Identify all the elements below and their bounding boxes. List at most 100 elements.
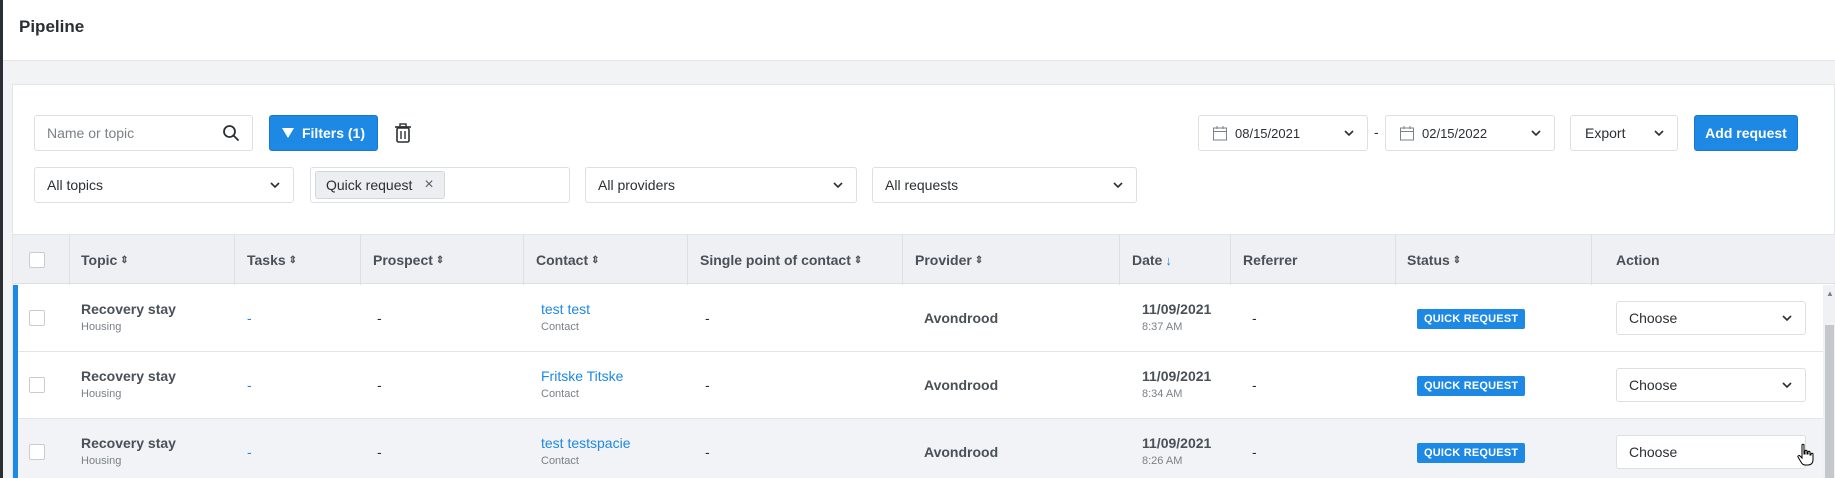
row-checkbox[interactable]: [29, 444, 45, 460]
contact-link[interactable]: test testspacie: [541, 435, 631, 451]
filter-icon: [281, 128, 294, 138]
sort-desc-icon: ↓: [1165, 252, 1172, 268]
trash-icon[interactable]: [394, 123, 412, 143]
providers-select[interactable]: All providers: [585, 167, 857, 203]
export-dropdown[interactable]: Export: [1570, 115, 1678, 151]
column-header-action: Action: [1616, 252, 1660, 268]
contact-link[interactable]: Fritske Titske: [541, 368, 623, 384]
table-row[interactable]: Recovery stay Housing - - test testspaci…: [13, 419, 1835, 478]
prospect-cell: -: [377, 377, 382, 393]
sort-icon: ⇕: [435, 254, 445, 266]
column-header-provider[interactable]: Provider ⇕: [903, 235, 1120, 285]
spoc-cell: -: [705, 377, 710, 393]
column-header-topic[interactable]: Topic ⇕: [70, 235, 235, 285]
date-from-value: 08/15/2021: [1235, 125, 1301, 141]
export-label: Export: [1585, 125, 1626, 141]
filter-tag-label: Quick request: [326, 177, 413, 193]
sort-icon: ⇕: [853, 254, 863, 266]
select-all-cell: [13, 235, 70, 285]
column-header-prospect[interactable]: Prospect ⇕: [361, 235, 524, 285]
column-header-date[interactable]: Date ↓: [1120, 235, 1231, 285]
tag-filter-input[interactable]: Quick request ×: [310, 167, 570, 203]
page-title: Pipeline: [19, 17, 85, 36]
row-checkbox[interactable]: [29, 377, 45, 393]
date-to-picker[interactable]: 02/15/2022: [1385, 115, 1555, 151]
tasks-link[interactable]: -: [247, 444, 252, 460]
search-input[interactable]: Name or topic: [34, 115, 253, 151]
status-badge: QUICK REQUEST: [1417, 443, 1526, 463]
row-accent: [13, 419, 18, 478]
search-placeholder: Name or topic: [47, 125, 135, 141]
window-edge: [0, 0, 3, 478]
date-cell: 11/09/2021 8:34 AM: [1142, 368, 1212, 400]
chevron-down-icon: [270, 182, 280, 189]
row-accent: [13, 285, 18, 352]
requests-select[interactable]: All requests: [872, 167, 1137, 203]
prospect-cell: -: [377, 444, 382, 460]
date-separator: -: [1374, 124, 1379, 140]
add-request-button[interactable]: Add request: [1694, 115, 1798, 151]
column-header-tasks[interactable]: Tasks ⇕: [235, 235, 361, 285]
date-cell: 11/09/2021 8:26 AM: [1142, 435, 1212, 467]
search-icon[interactable]: [222, 124, 240, 142]
sort-icon: ⇕: [591, 254, 600, 266]
chevron-down-icon: [833, 182, 843, 189]
date-to-value: 02/15/2022: [1422, 125, 1488, 141]
referrer-cell: -: [1252, 444, 1257, 460]
table-row[interactable]: Recovery stay Housing - - Fritske Titske…: [13, 352, 1835, 419]
spoc-cell: -: [705, 444, 710, 460]
column-header-contact[interactable]: Contact ⇕: [524, 235, 688, 285]
filters-button-label: Filters (1): [301, 125, 365, 141]
remove-tag-icon[interactable]: ×: [424, 176, 433, 194]
sort-icon: ⇕: [1452, 254, 1462, 266]
select-all-checkbox[interactable]: [29, 252, 45, 268]
providers-select-value: All providers: [598, 177, 676, 193]
contact-cell: Fritske Titske Contact: [541, 368, 624, 400]
column-header-status[interactable]: Status ⇕: [1396, 235, 1592, 285]
hand-cursor-icon: [1797, 443, 1814, 466]
prospect-cell: -: [377, 310, 382, 326]
chevron-down-icon: [1113, 182, 1123, 189]
row-checkbox[interactable]: [29, 310, 45, 326]
sort-icon: ⇕: [974, 254, 984, 266]
status-badge: QUICK REQUEST: [1417, 309, 1526, 329]
contact-cell: test test Contact: [541, 301, 591, 333]
sort-icon: ⇕: [120, 254, 129, 266]
chevron-down-icon: [1782, 315, 1792, 322]
topics-select[interactable]: All topics: [34, 167, 294, 203]
topics-select-value: All topics: [47, 177, 104, 193]
row-accent: [13, 352, 18, 419]
filters-button[interactable]: Filters (1): [269, 115, 378, 151]
date-cell: 11/09/2021 8:37 AM: [1142, 301, 1212, 333]
calendar-icon: [1213, 125, 1227, 140]
contact-cell: test testspacie Contact: [541, 435, 631, 467]
calendar-icon: [1400, 125, 1414, 140]
table-header: Topic ⇕ Tasks ⇕ Prospect ⇕ Contact ⇕ Single …: [13, 234, 1835, 285]
pipeline-card: Name or topic Filters (1) 08/15/2021 - 0…: [12, 84, 1835, 478]
date-from-picker[interactable]: 08/15/2021: [1198, 115, 1368, 151]
table-scrollbar[interactable]: ▲: [1823, 285, 1835, 478]
topic-cell: Recovery stay Housing: [81, 368, 176, 400]
sort-icon: ⇕: [288, 254, 298, 266]
chevron-down-icon: [1654, 130, 1664, 137]
tasks-link[interactable]: -: [247, 377, 252, 393]
tasks-link[interactable]: -: [247, 310, 252, 326]
column-header-referrer: Referrer: [1231, 235, 1396, 285]
status-badge: QUICK REQUEST: [1417, 376, 1526, 396]
action-select[interactable]: Choose: [1616, 435, 1806, 469]
chevron-down-icon: [1531, 130, 1541, 137]
chevron-down-icon: [1782, 382, 1792, 389]
referrer-cell: -: [1252, 310, 1257, 326]
contact-link[interactable]: test test: [541, 301, 590, 317]
action-select[interactable]: Choose: [1616, 368, 1806, 402]
table-row[interactable]: Recovery stay Housing - - test test Cont…: [13, 285, 1835, 352]
page-header: Pipeline: [3, 0, 1835, 61]
scrollbar-thumb[interactable]: [1825, 325, 1834, 478]
requests-select-value: All requests: [885, 177, 959, 193]
provider-cell: Avondrood: [924, 377, 999, 393]
provider-cell: Avondrood: [924, 444, 999, 460]
spoc-cell: -: [705, 310, 710, 326]
action-select[interactable]: Choose: [1616, 301, 1806, 335]
scroll-up-icon[interactable]: ▲: [1826, 289, 1834, 298]
column-header-single-point-of-contact[interactable]: Single point of contact ⇕: [688, 235, 903, 285]
